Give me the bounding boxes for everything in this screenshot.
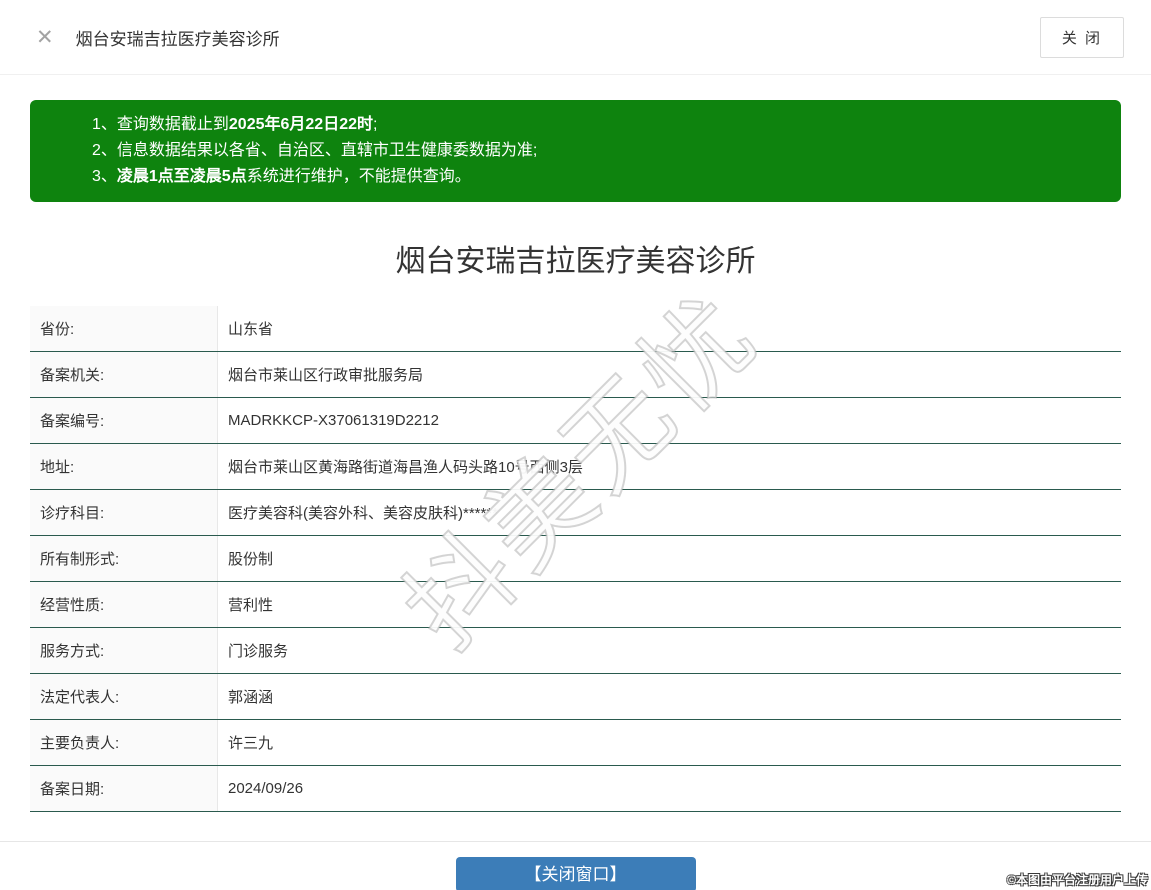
close-x-icon[interactable]: ✕	[36, 27, 54, 48]
field-value: 医疗美容科(美容外科、美容皮肤科)******	[228, 505, 499, 522]
field-label: 备案机关:	[30, 352, 218, 397]
table-row-address: 地址: 烟台市莱山区黄海路街道海昌渔人码头路10号西侧3层	[30, 444, 1121, 490]
field-label: 备案日期:	[30, 766, 218, 811]
table-row-filing-authority: 备案机关: 烟台市莱山区行政审批服务局	[30, 352, 1121, 398]
corner-copyright-watermark: ©本图由平台注册用户上传	[1007, 873, 1148, 887]
top-bar: ✕ 烟台安瑞吉拉医疗美容诊所 关 闭	[0, 0, 1151, 75]
field-value: 许三九	[228, 735, 274, 752]
close-window-button[interactable]: 【关闭窗口】	[455, 857, 696, 890]
table-row-ownership: 所有制形式: 股份制	[30, 536, 1121, 582]
table-row-principal: 主要负责人: 许三九	[30, 720, 1121, 766]
field-value: MADRKKCP-X37061319D2212	[228, 412, 439, 429]
info-table: 省份: 山东省 备案机关: 烟台市莱山区行政审批服务局 备案编号: MADRKK…	[30, 306, 1121, 812]
field-label: 主要负责人:	[30, 720, 218, 765]
field-value: 股份制	[228, 551, 274, 568]
field-value: 烟台市莱山区行政审批服务局	[228, 367, 424, 384]
notice-line-3: 3、凌晨1点至凌晨5点系统进行维护，不能提供查询。	[92, 168, 471, 185]
field-value: 郭涵涵	[228, 689, 274, 706]
field-value: 2024/09/26	[228, 780, 304, 797]
window-title: 烟台安瑞吉拉医疗美容诊所	[75, 29, 280, 49]
field-label: 备案编号:	[30, 398, 218, 443]
notice-box: 1、查询数据截止到2025年6月22日22时; 2、信息数据结果以各省、自治区、…	[30, 100, 1121, 202]
notice-line-1: 1、查询数据截止到2025年6月22日22时;	[92, 116, 378, 133]
field-label: 服务方式:	[30, 628, 218, 673]
field-label: 法定代表人:	[30, 674, 218, 719]
table-row-province: 省份: 山东省	[30, 306, 1121, 352]
field-label: 地址:	[30, 444, 218, 489]
table-row-business-nature: 经营性质: 营利性	[30, 582, 1121, 628]
table-row-legal-representative: 法定代表人: 郭涵涵	[30, 674, 1121, 720]
field-label: 经营性质:	[30, 582, 218, 627]
field-value: 营利性	[228, 597, 274, 614]
field-label: 诊疗科目:	[30, 490, 218, 535]
table-row-departments: 诊疗科目: 医疗美容科(美容外科、美容皮肤科)******	[30, 490, 1121, 536]
field-value: 山东省	[228, 321, 274, 338]
field-label: 省份:	[30, 306, 218, 351]
field-label: 所有制形式:	[30, 536, 218, 581]
field-value: 烟台市莱山区黄海路街道海昌渔人码头路10号西侧3层	[228, 459, 584, 476]
notice-line-2: 2、信息数据结果以各省、自治区、直辖市卫生健康委数据为准;	[92, 142, 538, 159]
table-row-service-mode: 服务方式: 门诊服务	[30, 628, 1121, 674]
page-title: 烟台安瑞吉拉医疗美容诊所	[395, 245, 756, 278]
footer-bar: 【关闭窗口】	[0, 841, 1151, 890]
table-row-filing-number: 备案编号: MADRKKCP-X37061319D2212	[30, 398, 1121, 444]
close-button[interactable]: 关 闭	[1039, 16, 1124, 58]
table-row-filing-date: 备案日期: 2024/09/26	[30, 766, 1121, 812]
field-value: 门诊服务	[228, 643, 289, 660]
